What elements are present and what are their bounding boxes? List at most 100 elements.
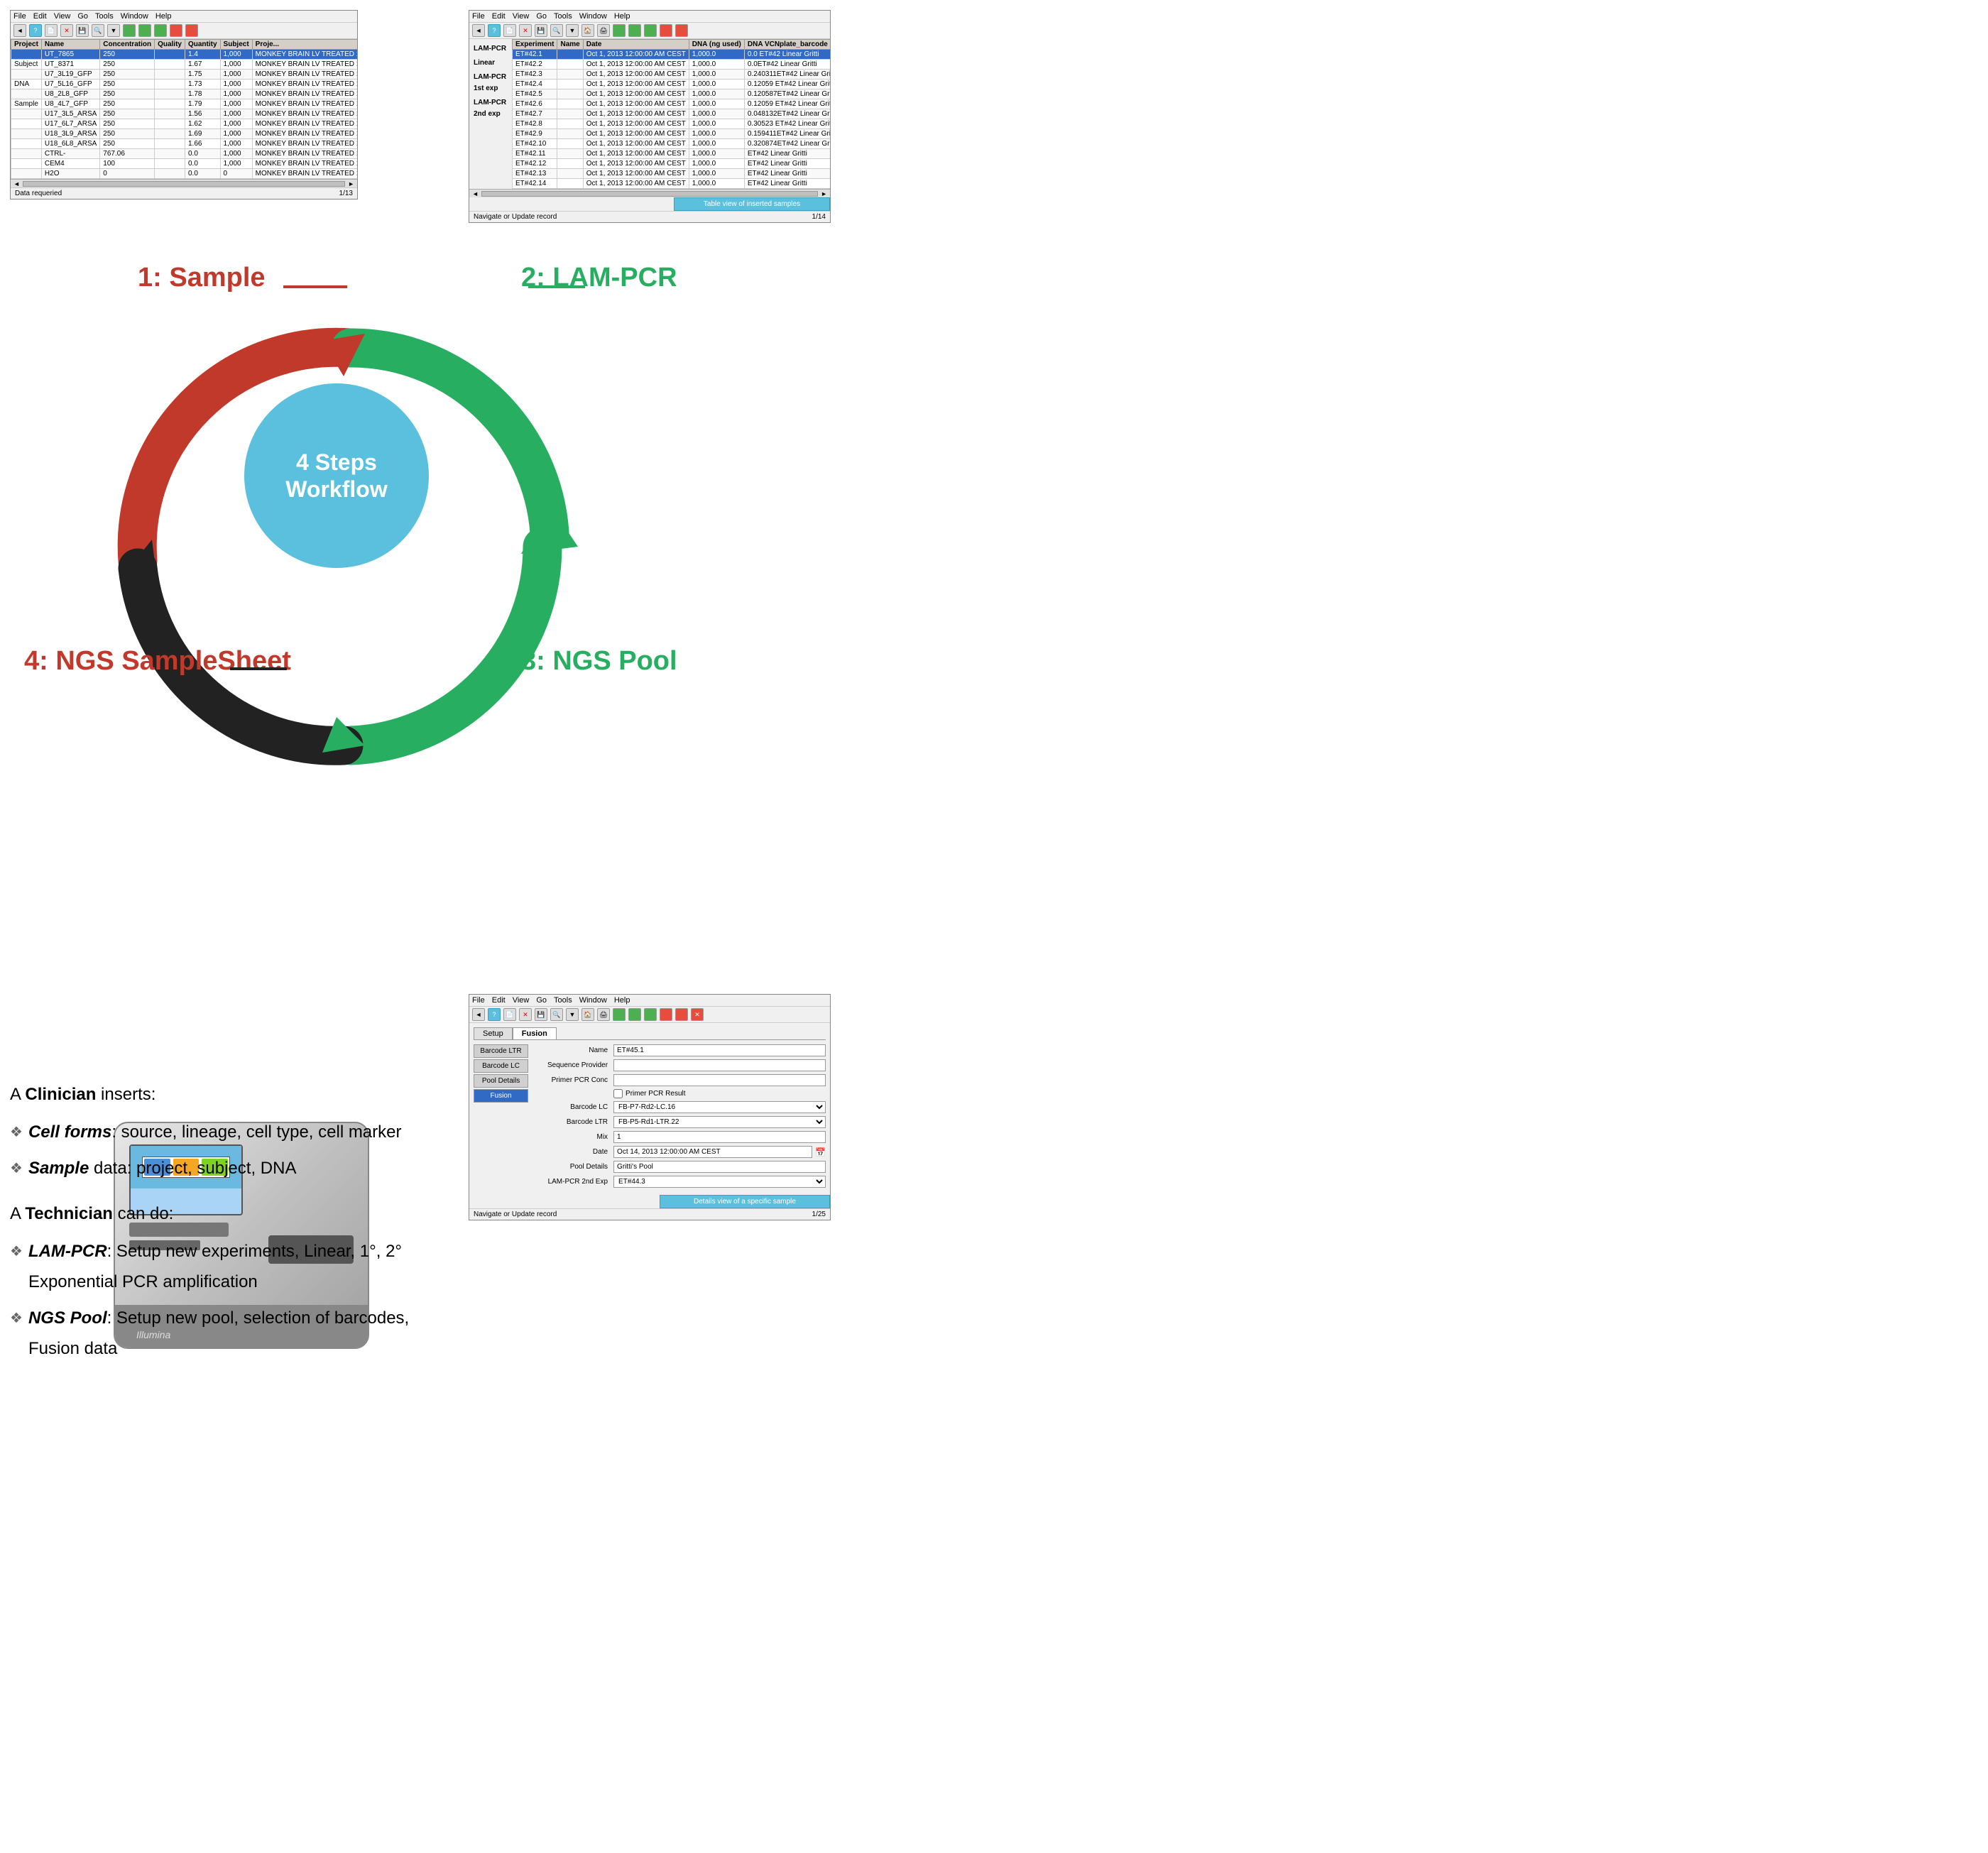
br-menu-window[interactable]: Window <box>579 996 607 1005</box>
tr-tb-delete[interactable]: ✕ <box>519 24 532 37</box>
br-tb-red2[interactable] <box>675 1008 688 1021</box>
tl-scrollbar-h[interactable]: ◄ ► <box>11 179 357 187</box>
tr-tb-print[interactable]: 🖨 <box>597 24 610 37</box>
tr-col-experiment[interactable]: Experiment <box>513 40 557 50</box>
tab-fusion[interactable]: Fusion <box>513 1027 557 1039</box>
table-row[interactable]: U18_6L8_ARSA 250 1.66 1,000 MONKEY BRAIN… <box>11 139 358 149</box>
table-row[interactable]: U17_3L5_ARSA 250 1.56 1,000 MONKEY BRAIN… <box>11 109 358 119</box>
table-row[interactable]: Subject UT_8371 250 1.67 1,000 MONKEY BR… <box>11 60 358 70</box>
col-concentration[interactable]: Concentration <box>100 40 155 50</box>
menu-window[interactable]: Window <box>121 12 148 21</box>
tr-col-dna[interactable]: DNA (ng used) <box>689 40 744 50</box>
menu-view[interactable]: View <box>54 12 71 21</box>
tr-menu-window[interactable]: Window <box>579 12 607 21</box>
tr-col-name[interactable]: Name <box>557 40 583 50</box>
tr-menu-go[interactable]: Go <box>536 12 547 21</box>
table-row[interactable]: UT_7865 250 1.4 1,000 MONKEY BRAIN LV TR… <box>11 50 358 60</box>
tr-menu-view[interactable]: View <box>513 12 530 21</box>
br-menu-edit[interactable]: Edit <box>492 996 506 1005</box>
tb-green1[interactable] <box>123 24 136 37</box>
col-quantity[interactable]: Quantity <box>185 40 220 50</box>
tr-col-date[interactable]: Date <box>583 40 689 50</box>
menu-help[interactable]: Help <box>155 12 172 21</box>
table-row[interactable]: CTRL- 767.06 0.0 1,000 MONKEY BRAIN LV T… <box>11 149 358 159</box>
tr-menu-file[interactable]: File <box>472 12 485 21</box>
tr-menu-help[interactable]: Help <box>614 12 630 21</box>
br-tb-delete[interactable]: ✕ <box>519 1008 532 1021</box>
tb-green2[interactable] <box>138 24 151 37</box>
tb-back[interactable]: ◄ <box>13 24 26 37</box>
tab-setup[interactable]: Setup <box>474 1027 513 1039</box>
tr-tb-red1[interactable] <box>660 24 672 37</box>
side-tab-barcode-ltr[interactable]: Barcode LTR <box>474 1044 528 1058</box>
tr-tb-green3[interactable] <box>644 24 657 37</box>
tb-delete[interactable]: ✕ <box>60 24 73 37</box>
br-tb-new[interactable]: 📄 <box>503 1008 516 1021</box>
table-row[interactable]: ET#42.14 Oct 1, 2013 12:00:00 AM CEST 1,… <box>513 179 831 189</box>
input-seq-provider[interactable] <box>613 1059 826 1071</box>
select-barcode-ltr[interactable]: FB-P5-Rd1-LTR.22 <box>613 1116 826 1128</box>
side-tab-pool-details[interactable]: Pool Details <box>474 1074 528 1088</box>
side-tab-fusion[interactable]: Fusion <box>474 1089 528 1103</box>
tb-red1[interactable] <box>170 24 182 37</box>
input-pool-details[interactable] <box>613 1161 826 1173</box>
table-row[interactable]: ET#42.4 Oct 1, 2013 12:00:00 AM CEST 1,0… <box>513 80 831 89</box>
br-tb-back[interactable]: ◄ <box>472 1008 485 1021</box>
tr-tb-red2[interactable] <box>675 24 688 37</box>
table-row[interactable]: U8_2L8_GFP 250 1.78 1,000 MONKEY BRAIN L… <box>11 89 358 99</box>
tr-tb-info[interactable]: ? <box>488 24 501 37</box>
menu-go[interactable]: Go <box>77 12 88 21</box>
br-tb-green2[interactable] <box>628 1008 641 1021</box>
tr-menu-edit[interactable]: Edit <box>492 12 506 21</box>
table-row[interactable]: U17_6L7_ARSA 250 1.62 1,000 MONKEY BRAIN… <box>11 119 358 129</box>
tr-tb-search[interactable]: 🔍 <box>550 24 563 37</box>
tb-save[interactable]: 💾 <box>76 24 89 37</box>
tr-menu-tools[interactable]: Tools <box>554 12 572 21</box>
tb-search[interactable]: 🔍 <box>92 24 104 37</box>
tr-scrollbar-h[interactable]: ◄ ► <box>469 189 830 197</box>
tr-tb-save[interactable]: 💾 <box>535 24 547 37</box>
br-tb-save[interactable]: 💾 <box>535 1008 547 1021</box>
tb-filter[interactable]: ▼ <box>107 24 120 37</box>
table-row[interactable]: ET#42.7 Oct 1, 2013 12:00:00 AM CEST 1,0… <box>513 109 831 119</box>
input-date[interactable] <box>613 1146 812 1158</box>
table-row[interactable]: ET#42.10 Oct 1, 2013 12:00:00 AM CEST 1,… <box>513 139 831 149</box>
table-row[interactable]: ET#42.3 Oct 1, 2013 12:00:00 AM CEST 1,0… <box>513 70 831 80</box>
input-name[interactable] <box>613 1044 826 1056</box>
table-row[interactable]: ET#42.6 Oct 1, 2013 12:00:00 AM CEST 1,0… <box>513 99 831 109</box>
select-barcode-lc[interactable]: FB-P7-Rd2-LC.16 <box>613 1101 826 1113</box>
side-tab-barcode-lc[interactable]: Barcode LC <box>474 1059 528 1073</box>
br-tb-search[interactable]: 🔍 <box>550 1008 563 1021</box>
br-menu-go[interactable]: Go <box>536 996 547 1005</box>
br-menu-file[interactable]: File <box>472 996 485 1005</box>
tr-tb-back[interactable]: ◄ <box>472 24 485 37</box>
tr-tb-new[interactable]: 📄 <box>503 24 516 37</box>
input-primer-conc[interactable] <box>613 1074 826 1086</box>
table-row[interactable]: ET#42.1 Oct 1, 2013 12:00:00 AM CEST 1,0… <box>513 50 831 60</box>
menu-file[interactable]: File <box>13 12 26 21</box>
col-name[interactable]: Name <box>41 40 99 50</box>
tr-col-vcn[interactable]: DNA VCNplate_barcode <box>744 40 830 50</box>
col-subject[interactable]: Subject <box>220 40 252 50</box>
br-menu-view[interactable]: View <box>513 996 530 1005</box>
tr-tb-filter[interactable]: ▼ <box>566 24 579 37</box>
tb-red2[interactable] <box>185 24 198 37</box>
col-quality[interactable]: Quality <box>155 40 185 50</box>
tr-tb-green2[interactable] <box>628 24 641 37</box>
table-row[interactable]: ET#42.11 Oct 1, 2013 12:00:00 AM CEST 1,… <box>513 149 831 159</box>
br-tb-green1[interactable] <box>613 1008 626 1021</box>
table-row[interactable]: ET#42.12 Oct 1, 2013 12:00:00 AM CEST 1,… <box>513 159 831 169</box>
br-tb-green3[interactable] <box>644 1008 657 1021</box>
br-tb-print[interactable]: 🖨 <box>597 1008 610 1021</box>
table-row[interactable]: ET#42.13 Oct 1, 2013 12:00:00 AM CEST 1,… <box>513 169 831 179</box>
tr-menubar[interactable]: File Edit View Go Tools Window Help <box>469 11 830 23</box>
tb-new[interactable]: 📄 <box>45 24 58 37</box>
menu-tools[interactable]: Tools <box>95 12 114 21</box>
br-menu-tools[interactable]: Tools <box>554 996 572 1005</box>
tb-info[interactable]: ? <box>29 24 42 37</box>
br-menubar[interactable]: File Edit View Go Tools Window Help <box>469 995 830 1007</box>
tr-tb-green1[interactable] <box>613 24 626 37</box>
tr-table-container[interactable]: Experiment Name Date DNA (ng used) DNA V… <box>512 39 830 189</box>
table-row[interactable]: U18_3L9_ARSA 250 1.69 1,000 MONKEY BRAIN… <box>11 129 358 139</box>
table-row[interactable]: DNA U7_5L16_GFP 250 1.73 1,000 MONKEY BR… <box>11 80 358 89</box>
